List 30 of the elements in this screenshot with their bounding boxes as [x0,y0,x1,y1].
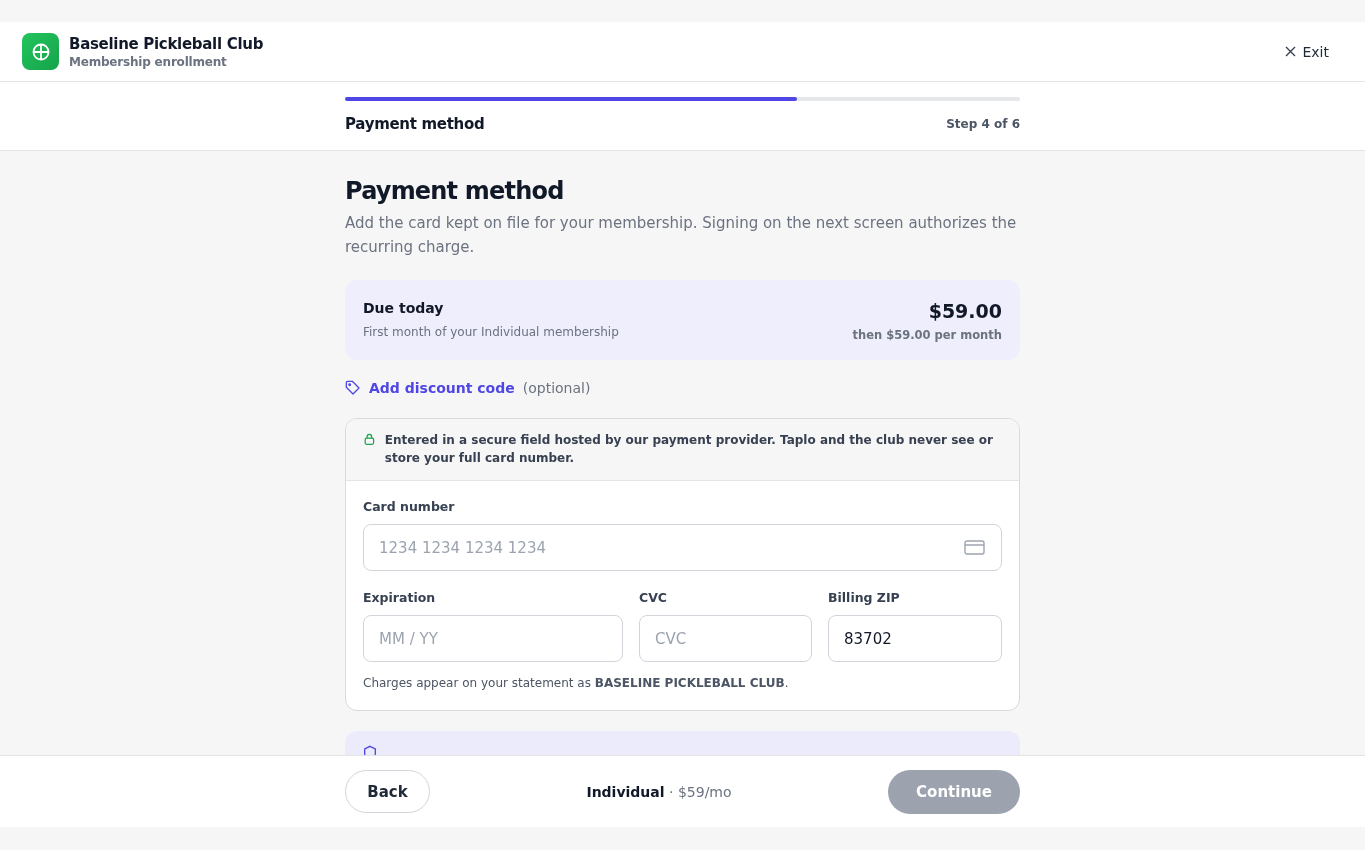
field-label: Billing ZIP [828,590,901,605]
club-logo-icon [22,33,59,70]
plan-summary: Individual · $59/mo [586,783,732,800]
input-field[interactable]: 83702 [828,615,1002,662]
back-button[interactable]: Back [345,770,430,813]
step-label: Payment method [345,115,485,133]
page-title: Payment method [345,177,565,205]
due-note: First month of your Individual membership [363,325,619,339]
security-notice: Entered in a secure field hosted by our payment provider. Taplo and the club never see or store your full card number. [384,432,994,467]
header-subtitle: Membership enrollment [69,54,228,69]
credit-card-icon [964,540,985,555]
field-label: Expiration [363,590,437,605]
close-icon [1285,46,1297,57]
due-label: Due today [363,300,445,316]
discount-code-link[interactable]: Add discount code [369,380,515,396]
input-field[interactable]: MM / YY [363,615,623,662]
statement-note: Charges appear on your statement as BASELINE PICKLEBALL CLUB. [363,676,790,690]
optional-hint: (optional) [522,380,591,396]
due-amount: $59.00 [927,300,1002,322]
step-counter: Step 4 of 6 [946,117,1020,131]
page-description: Add the card kept on file for your membership. Signing on the next screen authorizes the recurring charge. [345,213,1018,258]
club-name: Baseline Pickleball Club [69,34,264,53]
field-label: Card number [363,499,456,514]
exit-button[interactable]: Exit [1281,39,1333,64]
card-number-field[interactable]: 1234 1234 1234 1234 [363,524,1002,571]
recurring-price: then $59.00 per month [852,328,1002,342]
lock-icon [364,431,375,447]
tag-icon [345,380,361,396]
field-label: CVC [639,590,669,605]
input-field[interactable]: CVC [639,615,812,662]
